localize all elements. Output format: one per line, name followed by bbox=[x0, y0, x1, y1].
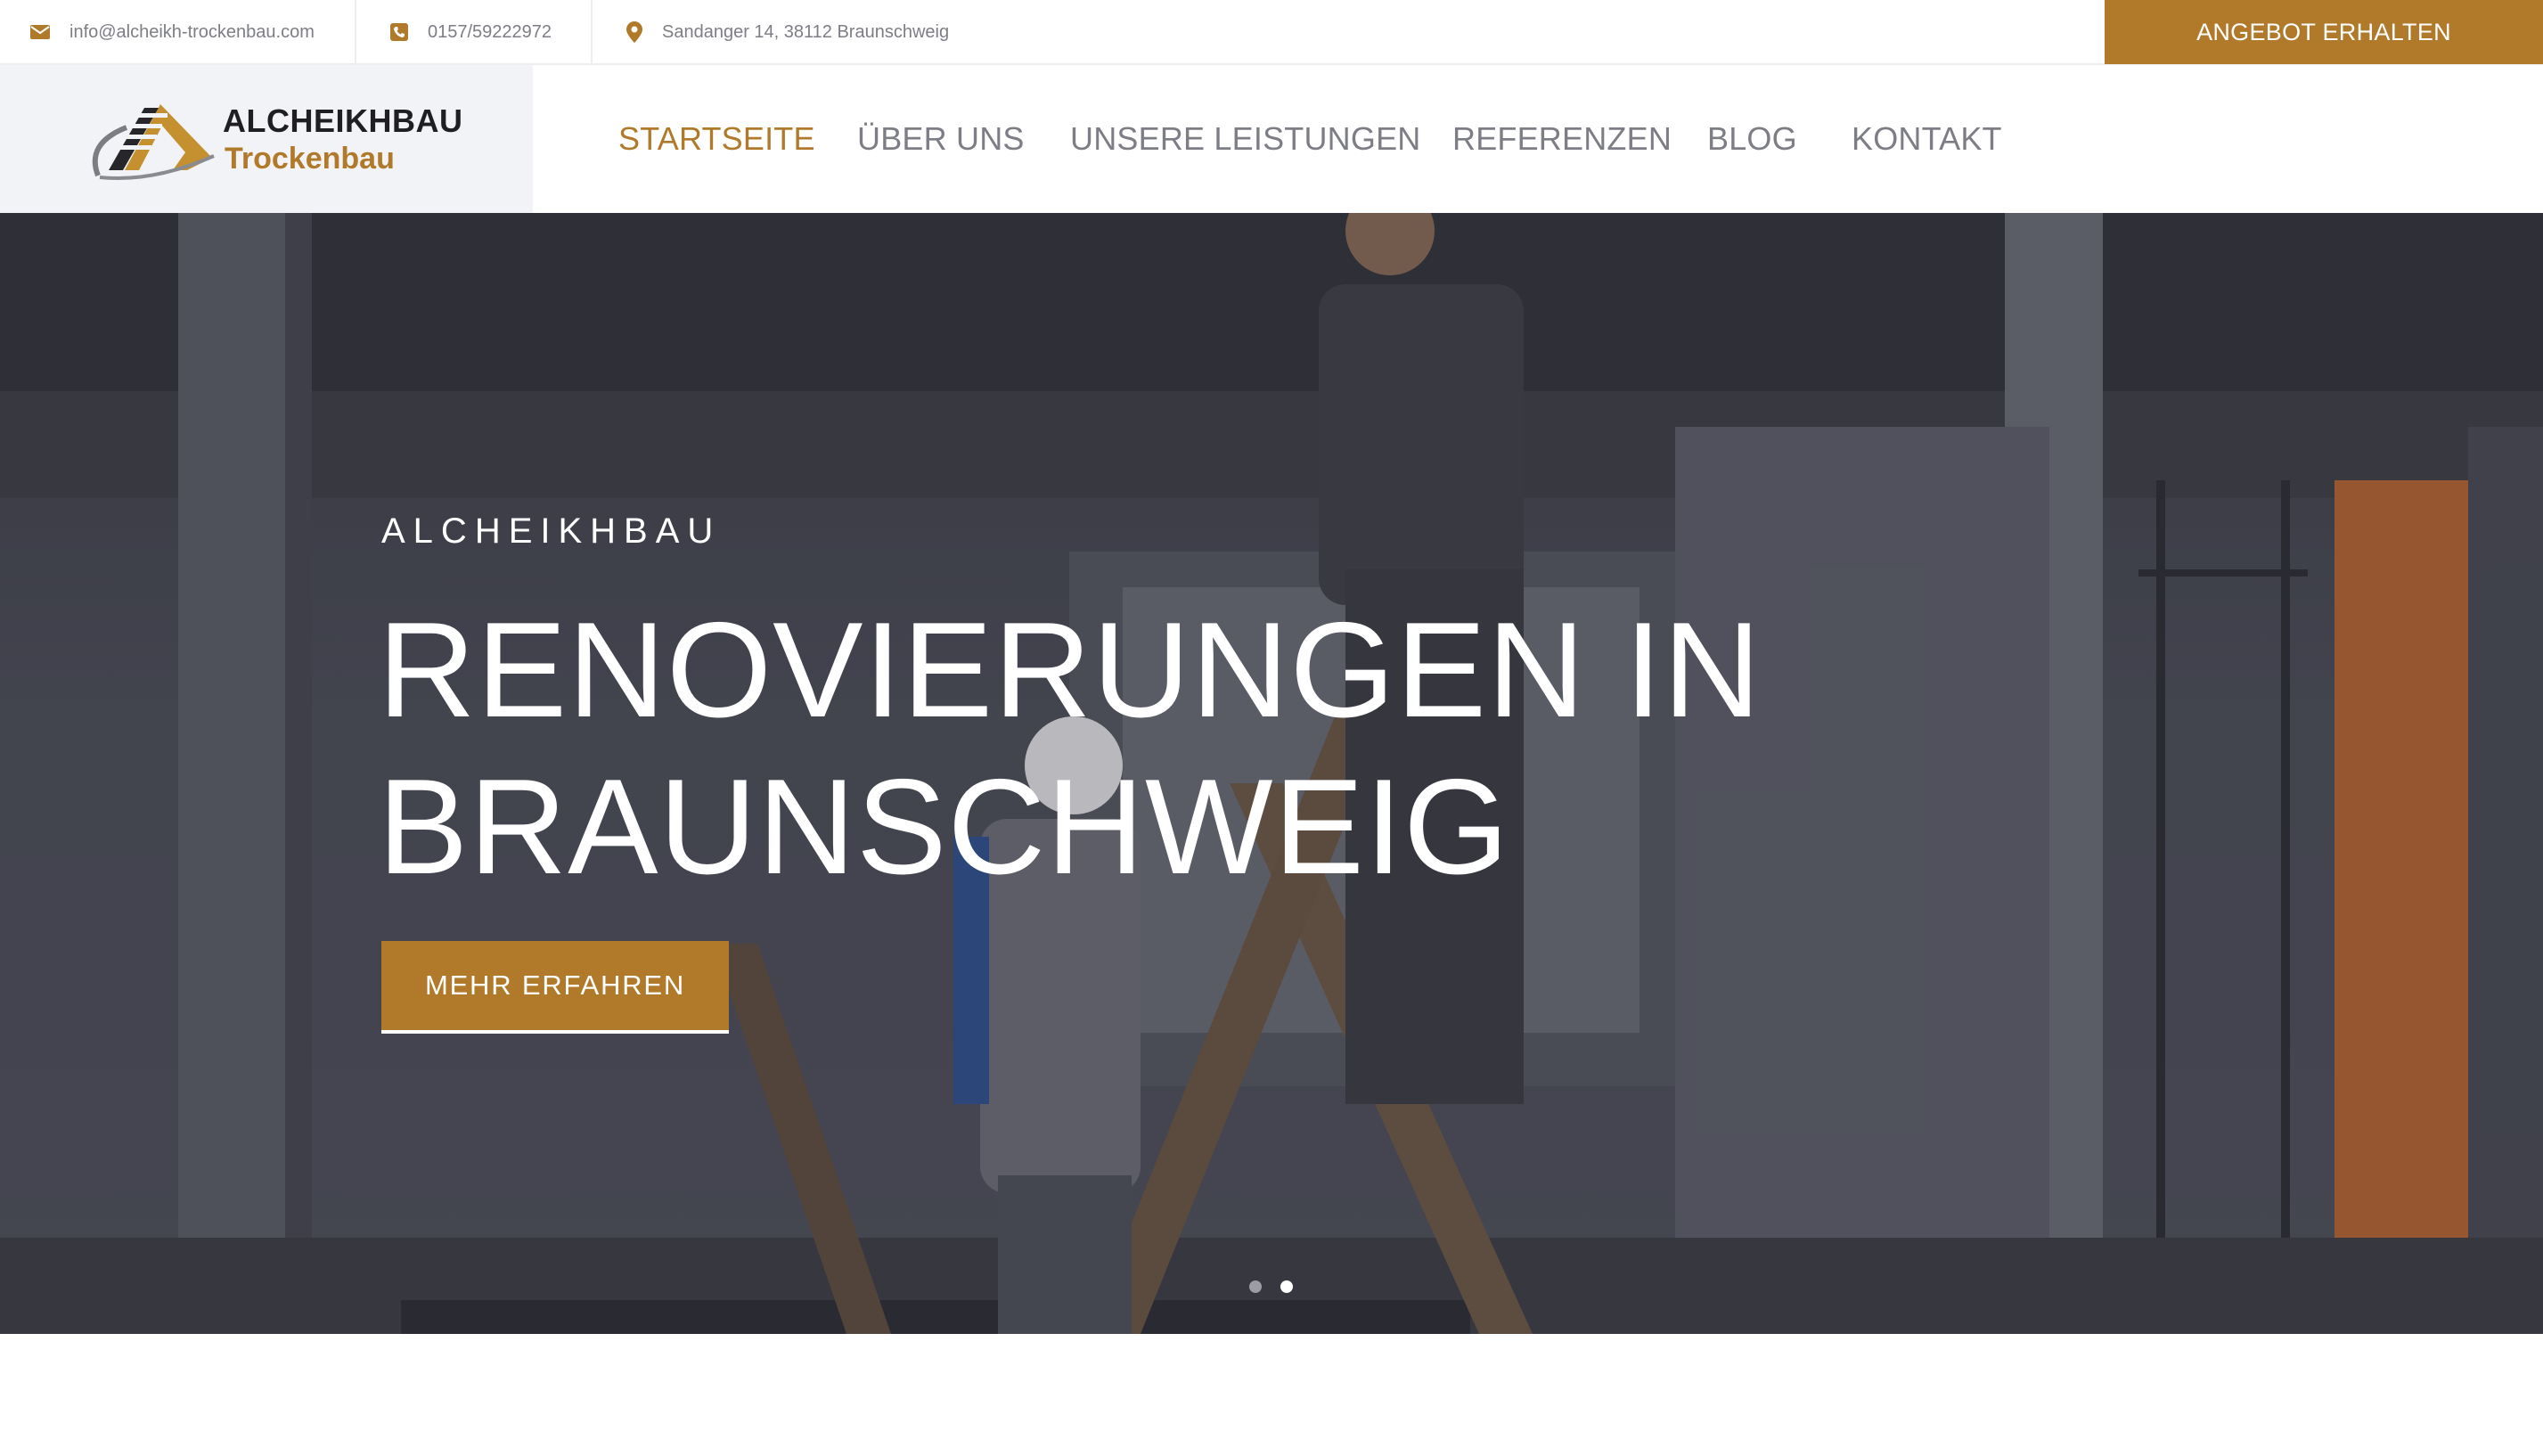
phone-contact[interactable]: 0157/59222972 bbox=[390, 0, 552, 64]
hero-title: RENOVIERUNGEN IN BRAUNSCHWEIG bbox=[378, 592, 1803, 905]
phone-text: 0157/59222972 bbox=[428, 21, 552, 42]
nav-ueber-uns[interactable]: ÜBER UNS bbox=[857, 65, 1025, 213]
slider-dot-1[interactable] bbox=[1249, 1280, 1262, 1293]
get-quote-button[interactable]: ANGEBOT ERHALTEN bbox=[2105, 0, 2543, 64]
nav-kontakt[interactable]: KONTAKT bbox=[1852, 65, 2002, 213]
nav-referenzen[interactable]: REFERENZEN bbox=[1452, 65, 1672, 213]
nav-blog[interactable]: BLOG bbox=[1707, 65, 1797, 213]
address-text: Sandanger 14, 38112 Braunschweig bbox=[662, 21, 950, 42]
logo-mark-icon bbox=[92, 104, 215, 180]
hero-slider: ALCHEIKHBAU RENOVIERUNGEN IN BRAUNSCHWEI… bbox=[0, 213, 2543, 1334]
slider-dot-2[interactable] bbox=[1280, 1280, 1293, 1293]
hero-kicker: ALCHEIKHBAU bbox=[381, 511, 722, 551]
divider bbox=[591, 0, 593, 64]
main-header: ALCHEIKHBAU Trockenbau STARTSEITE ÜBER U… bbox=[0, 65, 2543, 213]
logo[interactable]: ALCHEIKHBAU Trockenbau bbox=[0, 65, 533, 213]
divider bbox=[355, 0, 356, 64]
learn-more-button[interactable]: MEHR ERFAHREN bbox=[381, 941, 729, 1034]
logo-title: ALCHEIKHBAU bbox=[223, 102, 463, 139]
envelope-icon bbox=[30, 25, 50, 39]
nav-startseite[interactable]: STARTSEITE bbox=[618, 65, 815, 213]
email-contact[interactable]: info@alcheikh-trockenbau.com bbox=[30, 0, 315, 64]
logo-subtitle: Trockenbau bbox=[225, 142, 395, 176]
email-text: info@alcheikh-trockenbau.com bbox=[70, 21, 315, 42]
hero-title-line1: RENOVIERUNGEN IN bbox=[378, 594, 1762, 746]
hero-title-line2: BRAUNSCHWEIG bbox=[378, 751, 1510, 903]
address-contact: Sandanger 14, 38112 Braunschweig bbox=[626, 0, 949, 64]
nav-unsere-leistungen[interactable]: UNSERE LEISTUNGEN bbox=[1070, 65, 1420, 213]
top-bar: info@alcheikh-trockenbau.com 0157/592229… bbox=[0, 0, 2543, 65]
phone-icon bbox=[390, 23, 408, 41]
map-pin-icon bbox=[626, 21, 642, 43]
